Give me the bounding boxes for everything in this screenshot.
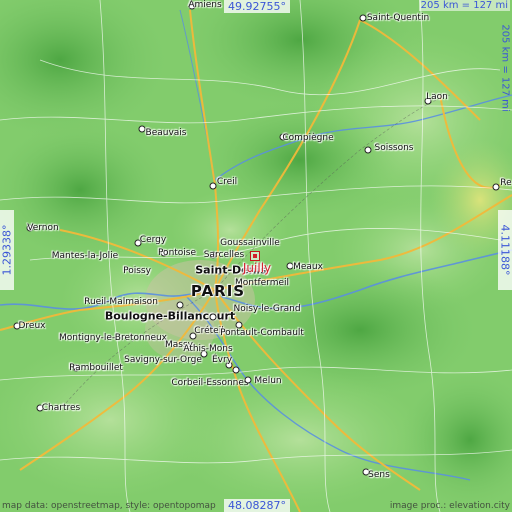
vertical-scale: 205 km = 127 mi [499,24,511,112]
city-label[interactable]: Cergy [140,235,166,245]
city-label[interactable]: Pontoise [158,248,196,258]
city-label[interactable]: Sarcelles [204,250,244,260]
city-label[interactable]: Compiègne [282,133,333,143]
city-label[interactable]: Savigny-sur-Orge [124,355,202,365]
city-label[interactable]: Saint-Quentin [367,13,429,23]
city-label[interactable]: Melun [254,376,281,386]
map-view[interactable]: Amiens Saint-Quentin Laon Soissons Compiègne… [0,0,512,512]
city-label[interactable]: Noisy-le-Grand [233,304,300,314]
horizontal-scale: 205 km = 127 mi [418,0,510,11]
city-label[interactable]: Meaux [293,262,323,272]
top-latitude: 49.92755° [224,0,290,13]
city-label[interactable]: Re [500,178,511,188]
bottom-latitude: 48.08287° [224,499,290,512]
city-label[interactable]: Amiens [188,0,221,10]
city-dot [244,376,252,384]
city-label[interactable]: Chartres [42,403,80,413]
left-longitude: 1.29338° [0,210,14,290]
city-label[interactable]: Laon [426,92,448,102]
target-city-label[interactable]: Juilly [243,261,271,275]
city-label[interactable]: Évry [212,355,232,365]
image-attribution: image proc.: elevation.city [389,501,510,511]
city-label[interactable]: Soissons [375,143,414,153]
city-label[interactable]: Vernon [27,223,58,233]
city-dot [492,183,500,191]
city-dot [209,182,217,190]
right-longitude: 4.11188° [498,210,512,290]
city-label[interactable]: Beauvais [146,128,187,138]
target-location-marker[interactable] [250,251,260,261]
city-dot [209,313,217,321]
city-label[interactable]: Poissy [123,266,151,276]
map-attribution: map data: openstreetmap, style: opentopo… [2,501,216,511]
city-dot [176,301,184,309]
city-label[interactable]: Corbeil-Essonnes [171,378,248,388]
city-label[interactable]: Goussainville [220,238,280,248]
city-dot [364,146,372,154]
city-label[interactable]: Creil [217,177,237,187]
city-label[interactable]: Mantes-la-Jolie [52,251,118,261]
city-label[interactable]: PARIS [191,282,245,300]
city-label[interactable]: Pontault-Combault [220,328,304,338]
city-dot [138,125,146,133]
city-label[interactable]: Athis-Mons [183,344,232,354]
city-dot [232,366,240,374]
city-label[interactable]: Rueil-Malmaison [84,297,158,307]
city-label[interactable]: Dreux [19,321,46,331]
city-label[interactable]: Sens [368,470,390,480]
city-label[interactable]: Montigny-le-Bretonneux [59,333,167,343]
city-dot [359,14,367,22]
city-label[interactable]: Rambouillet [69,363,123,373]
